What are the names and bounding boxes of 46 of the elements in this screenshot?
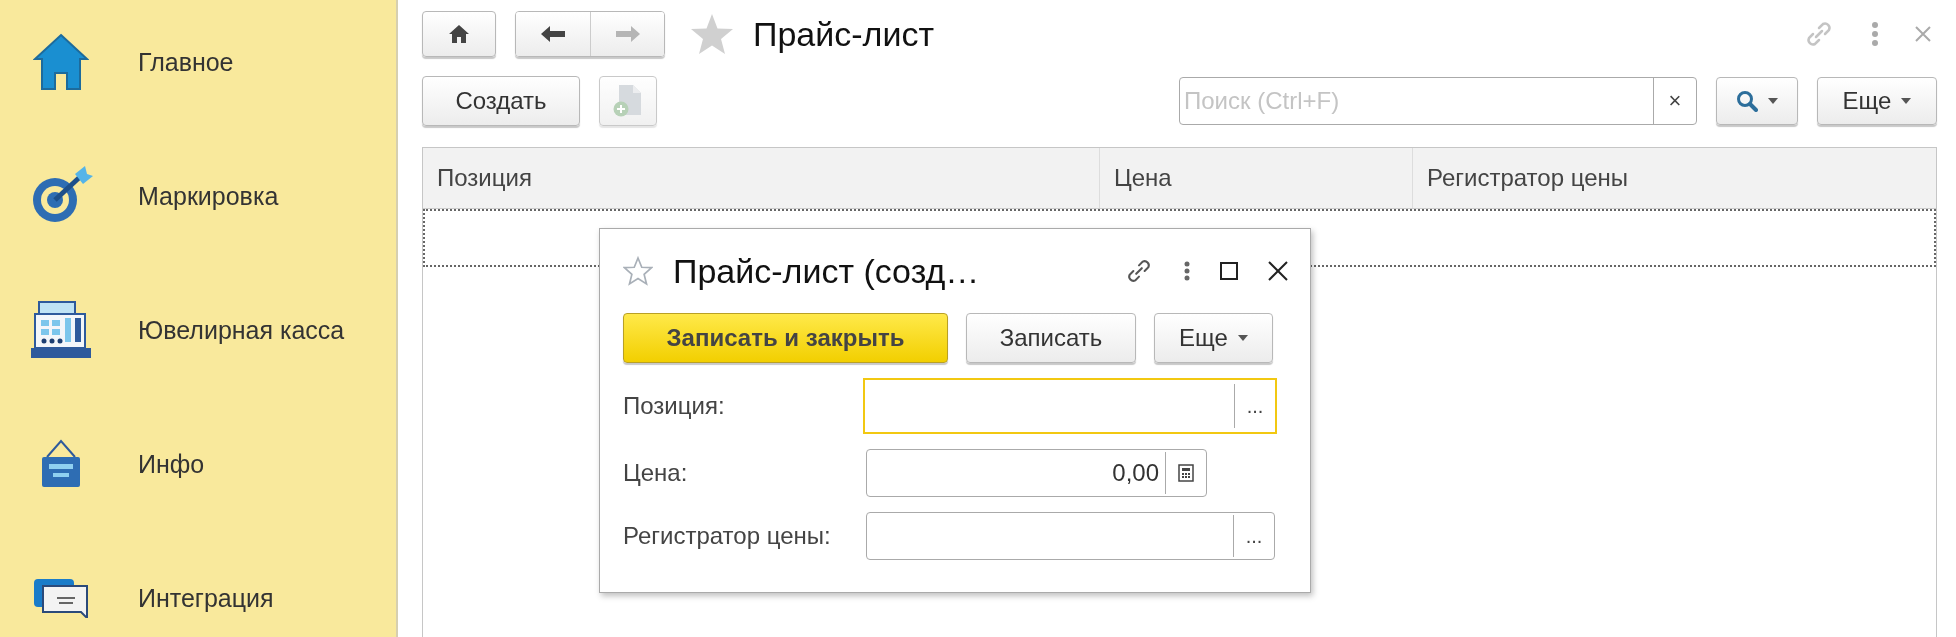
choice-field[interactable]: ...: [866, 512, 1275, 560]
chat-icon: [33, 578, 89, 618]
home-button[interactable]: [422, 11, 496, 57]
sidebar-item[interactable]: Инфо: [0, 397, 396, 531]
star-icon[interactable]: [623, 256, 653, 286]
hanging-sign-icon: [39, 439, 83, 489]
page-title: Прайс-лист: [753, 14, 934, 54]
left-arrow-icon: [540, 25, 566, 43]
calculator-icon[interactable]: [1178, 464, 1194, 482]
maximize-icon[interactable]: [1220, 262, 1238, 280]
caret-icon: [1901, 98, 1912, 104]
column-header[interactable]: Регистратор цены: [1413, 148, 1936, 208]
column-header[interactable]: Цена: [1100, 148, 1413, 208]
dialog-title: Прайс-лист (созд…: [673, 251, 980, 291]
home-icon: [448, 24, 470, 44]
column-header[interactable]: Позиция: [423, 148, 1100, 208]
more-options-icon[interactable]: [1184, 261, 1190, 281]
choose-button[interactable]: ...: [1234, 384, 1275, 428]
close-icon[interactable]: [1268, 261, 1288, 281]
cash-register-icon: [29, 300, 93, 360]
choose-button[interactable]: ...: [1233, 515, 1274, 557]
sidebar-item[interactable]: Маркировка: [0, 129, 396, 263]
right-arrow-icon: [614, 25, 641, 43]
caret-icon: [1237, 335, 1248, 341]
field-label: Цена:: [623, 459, 689, 487]
search-icon: [1736, 90, 1758, 112]
field-label: Позиция:: [623, 392, 726, 420]
create-button[interactable]: Создать: [422, 76, 580, 126]
caret-icon: [1768, 98, 1778, 104]
save-button[interactable]: Записать: [966, 313, 1136, 363]
number-field[interactable]: 0,00: [866, 449, 1207, 497]
more-button[interactable]: Еще: [1154, 313, 1273, 363]
document-add-icon: [613, 84, 643, 118]
house-icon: [33, 33, 89, 91]
search-button[interactable]: [1716, 77, 1798, 125]
back-button[interactable]: [516, 12, 590, 56]
sidebar-item[interactable]: Интеграция: [0, 531, 396, 637]
save-and-close-button[interactable]: Записать и закрыть: [623, 313, 948, 363]
more-button[interactable]: Еще: [1817, 77, 1937, 125]
star-icon[interactable]: [690, 13, 734, 55]
choice-field[interactable]: ...: [863, 378, 1277, 434]
clear-button[interactable]: ×: [1653, 78, 1696, 124]
sidebar-item[interactable]: Ювелирная касса: [0, 263, 396, 397]
field-label: Регистратор цены:: [623, 522, 832, 550]
sidebar-item[interactable]: Главное: [0, 0, 396, 129]
search-field[interactable]: Поиск (Ctrl+F) ×: [1179, 77, 1697, 125]
